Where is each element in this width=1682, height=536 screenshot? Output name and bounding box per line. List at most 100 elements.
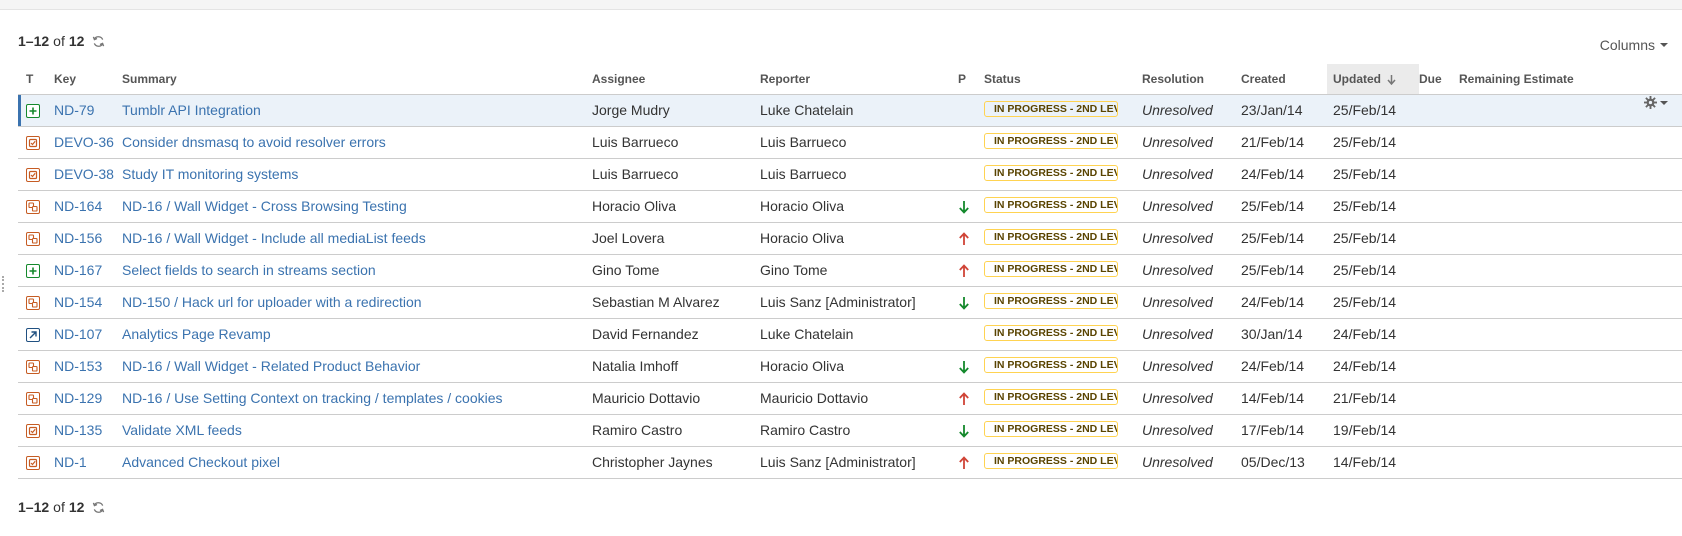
issue-summary-link[interactable]: Analytics Page Revamp [122, 326, 271, 342]
issue-summary-link[interactable]: ND-16 / Wall Widget - Include all mediaL… [122, 230, 426, 246]
col-header-resolution[interactable]: Resolution [1142, 64, 1241, 95]
issue-summary-link[interactable]: ND-16 / Wall Widget - Related Product Be… [122, 358, 420, 374]
key-cell: ND-79 [54, 94, 122, 127]
col-header-summary[interactable]: Summary [122, 64, 592, 95]
issue-key-link[interactable]: ND-164 [54, 198, 102, 214]
col-header-reporter[interactable]: Reporter [760, 64, 958, 95]
issue-summary-link[interactable]: Advanced Checkout pixel [122, 454, 280, 470]
updated-cell: 24/Feb/14 [1327, 350, 1419, 383]
issue-key-link[interactable]: ND-129 [54, 390, 102, 406]
table-row[interactable]: ND-153 ND-16 / Wall Widget - Related Prod… [18, 350, 1682, 383]
summary-cell: ND-16 / Wall Widget - Cross Browsing Tes… [122, 190, 592, 223]
reporter-cell: Luis Sanz [Administrator] [760, 446, 958, 479]
col-header-type[interactable]: T [18, 64, 54, 95]
type-cell[interactable] [18, 446, 54, 479]
pager-of: of [53, 33, 65, 49]
table-row[interactable]: ND-129 ND-16 / Use Setting Context on tra… [18, 382, 1682, 415]
top-toolbar-strip [0, 0, 1682, 10]
created-cell: 17/Feb/14 [1241, 414, 1327, 447]
issue-key-link[interactable]: ND-135 [54, 422, 102, 438]
type-cell[interactable] [18, 126, 54, 159]
col-header-priority[interactable]: P [958, 64, 984, 95]
assignee-cell: Luis Barrueco [592, 158, 760, 191]
due-cell [1419, 158, 1459, 191]
priority-cell [958, 222, 984, 255]
issue-summary-link[interactable]: Tumblr API Integration [122, 102, 261, 118]
issue-key-link[interactable]: ND-79 [54, 102, 94, 118]
issue-key-link[interactable]: DEVO-36 [54, 134, 114, 150]
col-header-created[interactable]: Created [1241, 64, 1327, 95]
created-cell: 25/Feb/14 [1241, 222, 1327, 255]
table-row[interactable]: ND-107 Analytics Page Revamp David Fernand… [18, 318, 1682, 351]
refresh-icon[interactable] [92, 35, 105, 48]
status-cell: IN PROGRESS - 2ND LEVEL [984, 446, 1142, 479]
created-cell: 24/Feb/14 [1241, 286, 1327, 319]
status-lozenge: IN PROGRESS - 2ND LEVEL [984, 100, 1118, 117]
type-cell[interactable] [18, 414, 54, 447]
reporter-cell: Luis Barrueco [760, 158, 958, 191]
issue-key-link[interactable]: ND-156 [54, 230, 102, 246]
col-header-status[interactable]: Status [984, 64, 1142, 95]
row-actions-button[interactable] [1644, 96, 1668, 109]
table-row[interactable]: ND-79 Tumblr API Integration Jorge Mudry Lu… [18, 94, 1682, 127]
issue-key-link[interactable]: DEVO-38 [54, 166, 114, 182]
resolution-cell: Unresolved [1142, 126, 1241, 159]
type-cell[interactable] [18, 222, 54, 255]
type-cell[interactable] [18, 350, 54, 383]
issue-summary-link[interactable]: Consider dnsmasq to avoid resolver error… [122, 134, 386, 150]
issue-summary-link[interactable]: Select fields to search in streams secti… [122, 262, 376, 278]
type-cell[interactable] [18, 94, 54, 127]
new-feature-icon [26, 104, 40, 119]
issue-key-link[interactable]: ND-167 [54, 262, 102, 278]
due-cell [1419, 222, 1459, 255]
due-cell [1419, 126, 1459, 159]
col-header-remaining[interactable]: Remaining Estimate [1459, 64, 1682, 95]
issue-summary-link[interactable]: Validate XML feeds [122, 422, 242, 438]
table-header-row: T Key Summary Assignee Reporter P Status… [18, 64, 1682, 95]
assignee-cell: Luis Barrueco [592, 126, 760, 159]
issue-key-link[interactable]: ND-1 [54, 454, 87, 470]
type-cell[interactable] [18, 286, 54, 319]
reporter-cell: Horacio Oliva [760, 350, 958, 383]
summary-cell: ND-16 / Use Setting Context on tracking … [122, 382, 592, 415]
table-row[interactable]: ND-1 Advanced Checkout pixel Christopher J… [18, 446, 1682, 479]
issue-summary-link[interactable]: ND-16 / Wall Widget - Cross Browsing Tes… [122, 198, 407, 214]
reporter-cell: Luis Barrueco [760, 126, 958, 159]
resize-handle[interactable] [2, 276, 4, 292]
columns-button[interactable]: Columns [1600, 37, 1668, 53]
table-row[interactable]: ND-167 Select fields to search in streams… [18, 254, 1682, 287]
table-row[interactable]: DEVO-36 Consider dnsmasq to avoid resolve… [18, 126, 1682, 159]
refresh-icon[interactable] [92, 501, 105, 514]
col-header-assignee[interactable]: Assignee [592, 64, 760, 95]
table-row[interactable]: DEVO-38 Study IT monitoring systems Luis B… [18, 158, 1682, 191]
table-row[interactable]: ND-135 Validate XML feeds Ramiro Castro Ram… [18, 414, 1682, 447]
sort-descending-icon [1387, 74, 1396, 85]
table-row[interactable]: ND-156 ND-16 / Wall Widget - Include all … [18, 222, 1682, 255]
priority-cell [958, 350, 984, 383]
key-cell: DEVO-36 [54, 126, 122, 159]
issue-summary-link[interactable]: ND-16 / Use Setting Context on tracking … [122, 390, 503, 406]
resolution-cell: Unresolved [1142, 382, 1241, 415]
type-cell[interactable] [18, 190, 54, 223]
created-cell: 24/Feb/14 [1241, 158, 1327, 191]
sub-task-icon [26, 360, 40, 375]
type-cell[interactable] [18, 382, 54, 415]
col-header-key[interactable]: Key [54, 64, 122, 95]
col-header-updated[interactable]: Updated [1327, 64, 1419, 95]
type-cell[interactable] [18, 158, 54, 191]
type-cell[interactable] [18, 318, 54, 351]
summary-cell: Tumblr API Integration [122, 94, 592, 127]
col-header-due[interactable]: Due [1419, 64, 1459, 95]
table-row[interactable]: ND-164 ND-16 / Wall Widget - Cross Browsi… [18, 190, 1682, 223]
type-cell[interactable] [18, 254, 54, 287]
table-row[interactable]: ND-154 ND-150 / Hack url for uploader wit… [18, 286, 1682, 319]
issue-summary-link[interactable]: Study IT monitoring systems [122, 166, 298, 182]
priority-high-icon [959, 456, 969, 470]
issue-summary-link[interactable]: ND-150 / Hack url for uploader with a re… [122, 294, 422, 310]
reporter-cell: Luke Chatelain [760, 318, 958, 351]
issue-key-link[interactable]: ND-154 [54, 294, 102, 310]
assignee-cell: Ramiro Castro [592, 414, 760, 447]
issue-key-link[interactable]: ND-107 [54, 326, 102, 342]
due-cell [1419, 318, 1459, 351]
issue-key-link[interactable]: ND-153 [54, 358, 102, 374]
